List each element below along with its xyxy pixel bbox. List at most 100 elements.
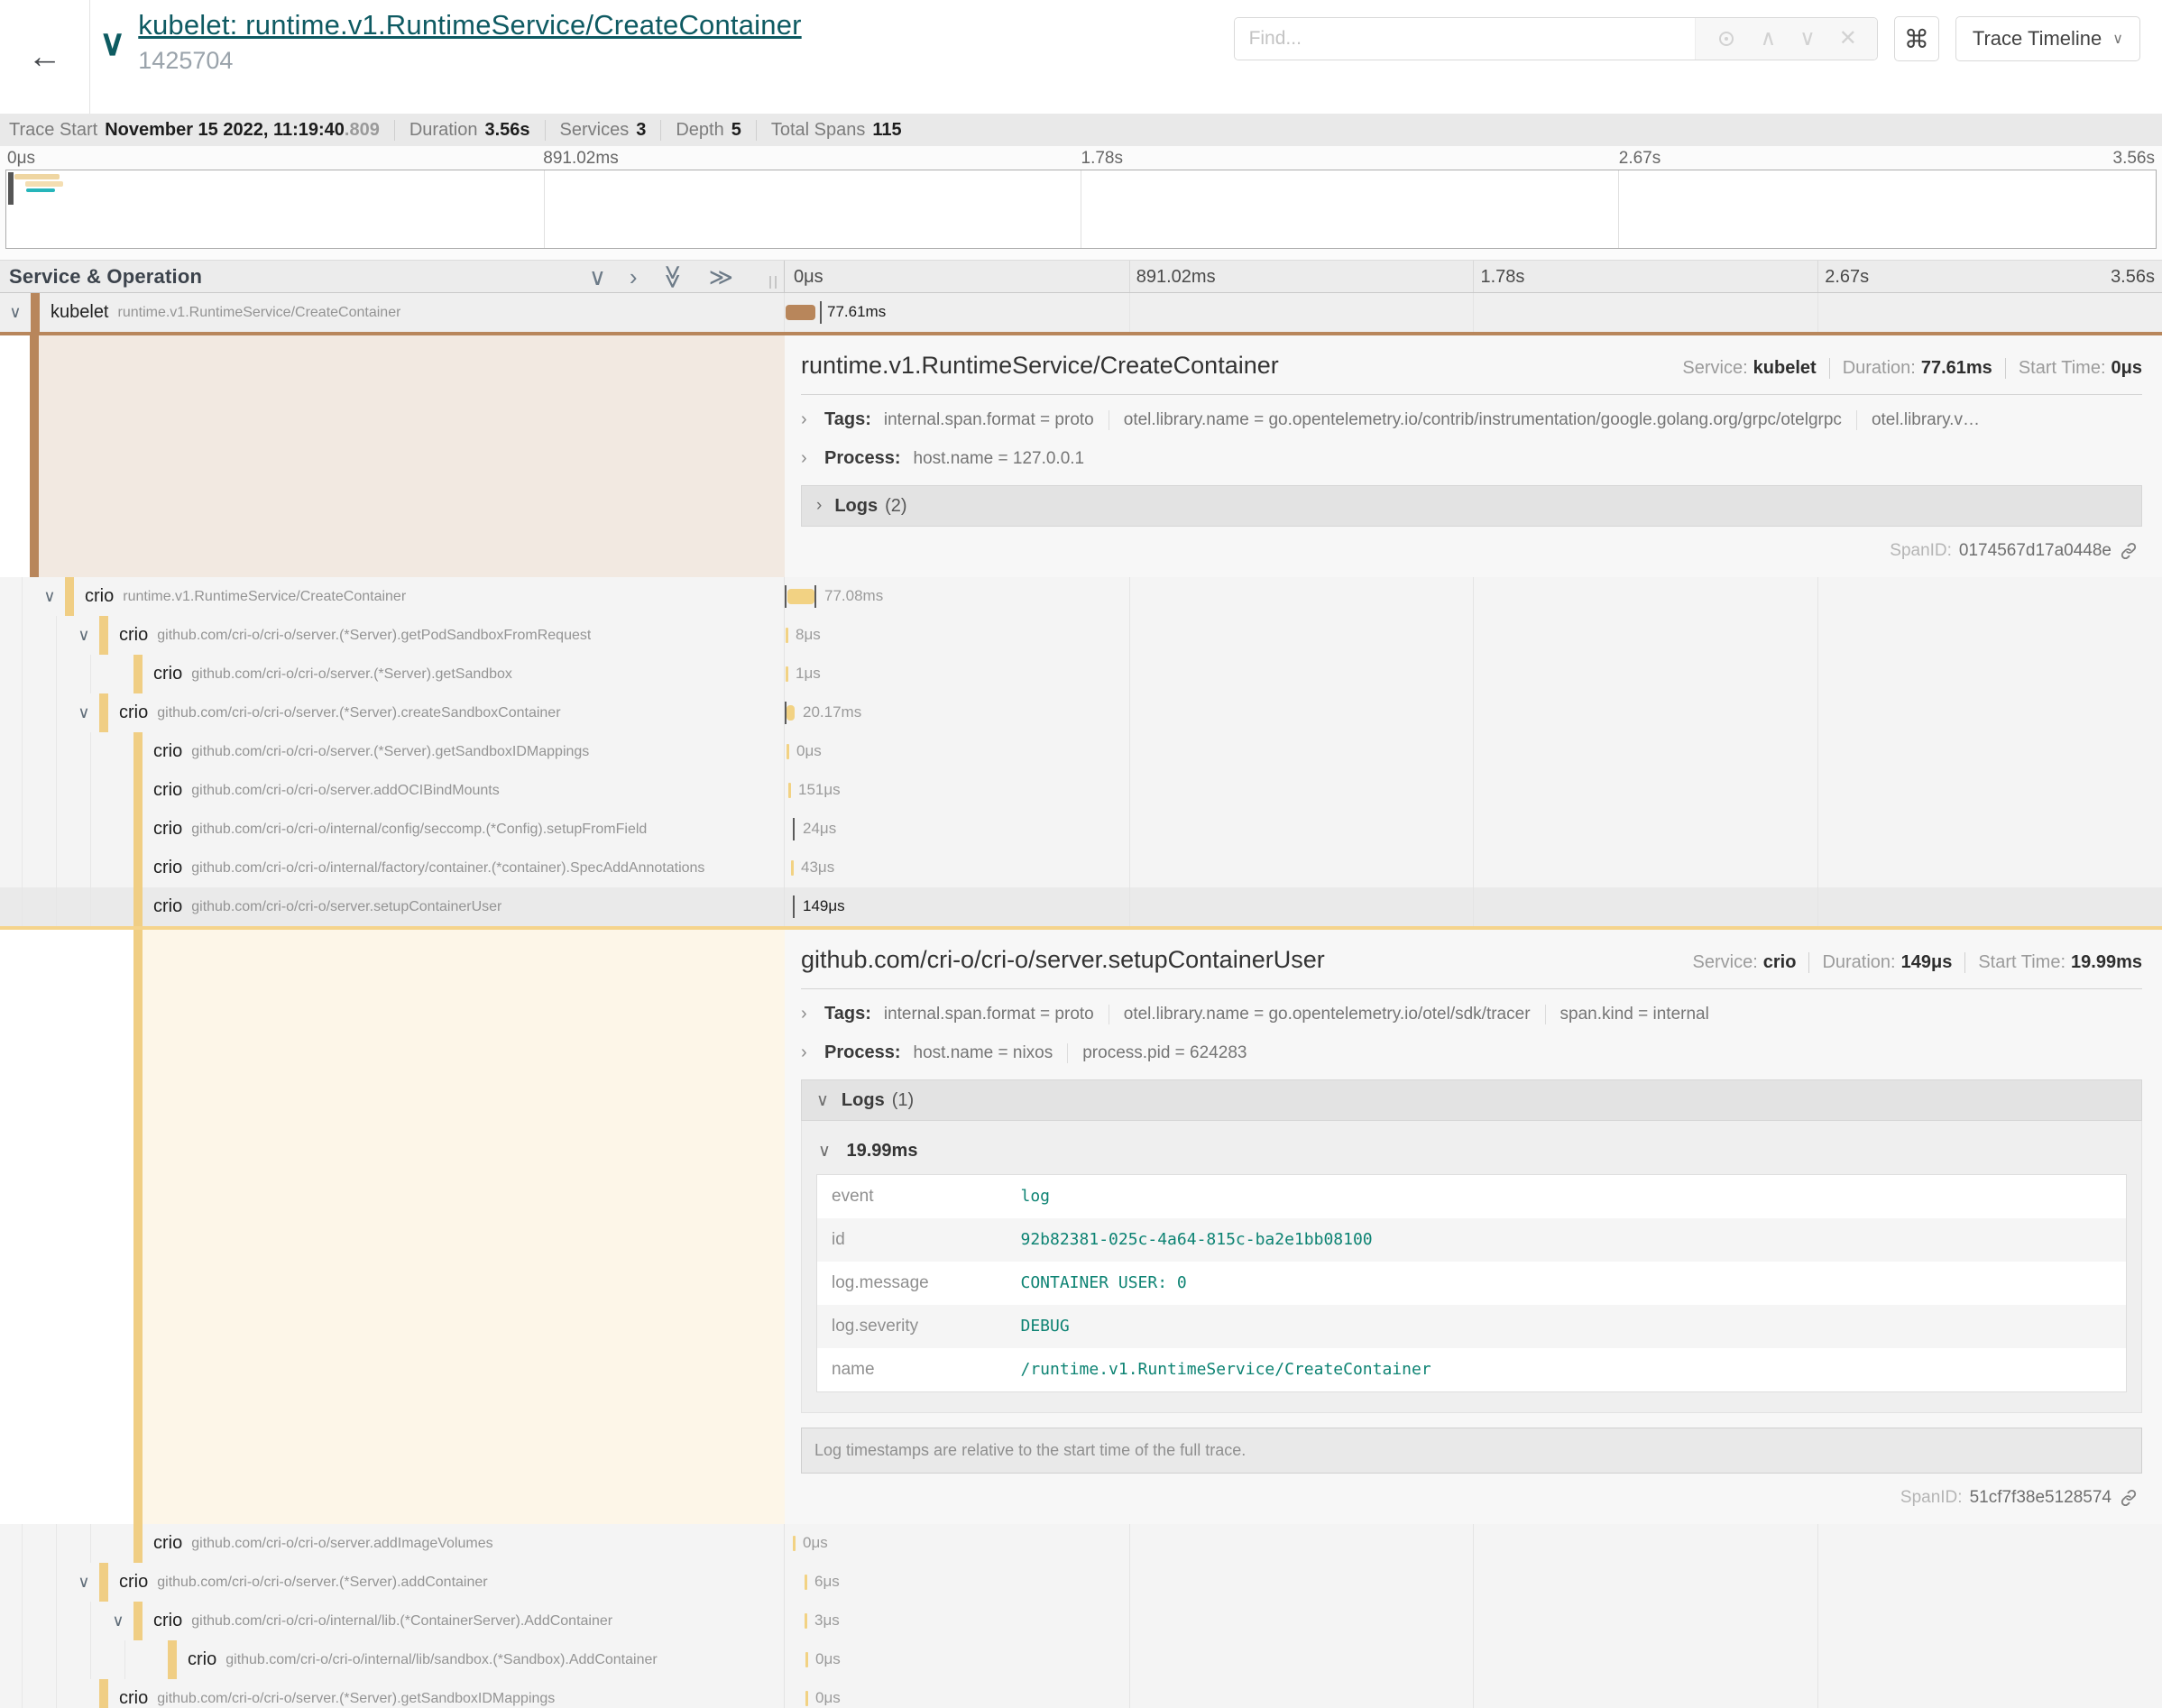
span-timeline-cell[interactable]: 20.17ms xyxy=(785,693,2162,732)
span-bar[interactable] xyxy=(787,744,789,759)
span-timeline-cell[interactable]: 0μs xyxy=(785,1679,2162,1708)
detail-service-label: Service: xyxy=(1693,952,1758,972)
span-bar[interactable] xyxy=(788,783,791,798)
row-collapse-chevron-icon[interactable]: ∨ xyxy=(103,1602,133,1640)
process-row[interactable]: › Process: host.name = nixos process.pid… xyxy=(801,1033,2142,1072)
span-row-kubelet-CreateContainer[interactable]: ∨ kubelet runtime.v1.RuntimeService/Crea… xyxy=(0,293,2162,332)
span-bar[interactable] xyxy=(786,666,788,682)
detail-left-strip xyxy=(0,335,785,577)
keyboard-shortcuts-button[interactable]: ⌘ xyxy=(1894,16,1939,61)
log-entry-header[interactable]: ∨ 19.99ms xyxy=(816,1134,2127,1174)
span-bar[interactable] xyxy=(805,1575,807,1590)
minimap-drag-handle[interactable] xyxy=(8,172,14,205)
trace-title-link[interactable]: kubelet: runtime.v1.RuntimeService/Creat… xyxy=(138,9,801,41)
span-color-accent xyxy=(133,655,143,693)
expand-all-icon[interactable]: ≫ xyxy=(709,265,733,289)
row-collapse-chevron-icon[interactable]: ∨ xyxy=(0,293,31,332)
span-row-setupContainerUser[interactable]: crio github.com/cri-o/cri-o/server.setup… xyxy=(0,887,2162,926)
row-collapse-chevron-icon[interactable]: ∨ xyxy=(69,693,99,732)
span-operation: github.com/cri-o/cri-o/server.(*Server).… xyxy=(157,705,560,721)
header-collapse-chevron-icon[interactable]: ∨ xyxy=(99,25,125,61)
logs-accordion-expanded[interactable]: ∨ Logs (1) xyxy=(801,1079,2142,1121)
span-timeline-cell[interactable]: 149μs xyxy=(785,887,2162,926)
span-timeline-cell[interactable]: 0μs xyxy=(785,1640,2162,1679)
span-row-addContainer[interactable]: ∨ crio github.com/cri-o/cri-o/server.(*S… xyxy=(0,1563,2162,1602)
collapse-one-icon[interactable]: ∨ xyxy=(589,265,606,289)
column-resize-handle[interactable] xyxy=(769,276,777,289)
tags-row[interactable]: › Tags: internal.span.format = proto ote… xyxy=(801,400,2142,439)
span-bar[interactable] xyxy=(787,705,795,721)
detail-left-strip xyxy=(0,930,785,1524)
row-collapse-chevron-icon[interactable]: ∨ xyxy=(69,1563,99,1602)
span-row-getSandboxIDMappings[interactable]: crio github.com/cri-o/cri-o/server.(*Ser… xyxy=(0,732,2162,771)
span-timeline-cell[interactable]: 0μs xyxy=(785,732,2162,771)
log-fields-table: event log id 92b82381-025c-4a64-815c-ba2… xyxy=(816,1174,2127,1392)
find-clear-icon[interactable]: ✕ xyxy=(1839,28,1857,50)
span-duration: 20.17ms xyxy=(803,703,861,721)
expand-one-icon[interactable]: › xyxy=(630,265,638,289)
find-input[interactable] xyxy=(1235,18,1695,60)
minimap-canvas[interactable] xyxy=(5,170,2157,249)
span-row-lib-AddContainer[interactable]: ∨ crio github.com/cri-o/cri-o/internal/l… xyxy=(0,1602,2162,1640)
stat-label: Duration xyxy=(409,120,478,141)
span-operation: github.com/cri-o/cri-o/internal/factory/… xyxy=(191,860,704,877)
spanid-row: SpanID: 51cf7f38e5128574 xyxy=(801,1474,2142,1515)
span-service: crio xyxy=(85,586,114,607)
span-bar[interactable] xyxy=(805,1652,808,1667)
span-row-getPodSandboxFromRequest[interactable]: ∨ crio github.com/cri-o/cri-o/server.(*S… xyxy=(0,616,2162,655)
service-operation-header: Service & Operation ∨ › ≫ ≫ xyxy=(0,261,785,292)
span-row-getSandbox[interactable]: crio github.com/cri-o/cri-o/server.(*Ser… xyxy=(0,655,2162,693)
span-timeline-cell[interactable]: 8μs xyxy=(785,616,2162,655)
span-row-sandbox-AddContainer[interactable]: crio github.com/cri-o/cri-o/internal/lib… xyxy=(0,1640,2162,1679)
locate-icon[interactable] xyxy=(1716,28,1737,50)
span-timeline-cell[interactable]: 77.61ms xyxy=(785,293,2162,332)
stat-label: Services xyxy=(560,120,630,141)
span-timeline-cell[interactable]: 3μs xyxy=(785,1602,2162,1640)
span-color-accent xyxy=(65,577,74,616)
span-bar[interactable] xyxy=(793,1536,796,1551)
logs-accordion-collapsed[interactable]: › Logs (2) xyxy=(801,485,2142,527)
span-row-getSandboxIDMappings-2[interactable]: crio github.com/cri-o/cri-o/server.(*Ser… xyxy=(0,1679,2162,1708)
find-prev-icon[interactable]: ∧ xyxy=(1761,28,1777,50)
process-row[interactable]: › Process: host.name = 127.0.0.1 xyxy=(801,439,2142,478)
span-timeline-cell[interactable]: 151μs xyxy=(785,771,2162,810)
span-bar[interactable] xyxy=(805,1613,807,1629)
collapse-all-icon[interactable]: ≫ xyxy=(661,264,685,289)
span-duration: 0μs xyxy=(815,1650,841,1668)
stat-value: 3 xyxy=(636,120,646,141)
span-row-addOCIBindMounts[interactable]: crio github.com/cri-o/cri-o/server.addOC… xyxy=(0,771,2162,810)
row-collapse-chevron-icon[interactable]: ∨ xyxy=(34,577,65,616)
span-bar[interactable] xyxy=(786,628,788,643)
span-duration: 0μs xyxy=(796,742,822,760)
row-collapse-chevron-icon[interactable]: ∨ xyxy=(69,616,99,655)
span-row-seccomp-setupFromField[interactable]: crio github.com/cri-o/cri-o/internal/con… xyxy=(0,810,2162,849)
span-duration: 3μs xyxy=(814,1612,840,1630)
find-next-icon[interactable]: ∨ xyxy=(1799,28,1816,50)
span-timeline-cell[interactable]: 24μs xyxy=(785,810,2162,849)
span-bar[interactable] xyxy=(786,305,815,320)
span-row-addImageVolumes[interactable]: crio github.com/cri-o/cri-o/server.addIm… xyxy=(0,1524,2162,1563)
tags-row[interactable]: › Tags: internal.span.format = proto ote… xyxy=(801,995,2142,1033)
span-row-SpecAddAnnotations[interactable]: crio github.com/cri-o/cri-o/internal/fac… xyxy=(0,849,2162,887)
span-timeline-cell[interactable]: 0μs xyxy=(785,1524,2162,1563)
minimap-tick: 891.02ms xyxy=(543,149,618,169)
span-timeline-cell[interactable]: 43μs xyxy=(785,849,2162,887)
span-row-createSandboxContainer[interactable]: ∨ crio github.com/cri-o/cri-o/server.(*S… xyxy=(0,693,2162,732)
chevron-right-icon: › xyxy=(816,496,822,516)
chevron-right-icon: › xyxy=(801,448,824,469)
span-duration: 151μs xyxy=(798,781,841,799)
span-operation: github.com/cri-o/cri-o/server.(*Server).… xyxy=(191,666,512,683)
span-bar[interactable] xyxy=(791,860,794,876)
spanid-row: SpanID: 0174567d17a0448e xyxy=(801,527,2142,568)
span-bar[interactable] xyxy=(787,589,814,604)
deep-link-icon[interactable] xyxy=(2119,1488,2139,1508)
deep-link-icon[interactable] xyxy=(2119,541,2139,561)
span-timeline-cell[interactable]: 77.08ms xyxy=(785,577,2162,616)
span-timeline-cell[interactable]: 1μs xyxy=(785,655,2162,693)
view-selector-button[interactable]: Trace Timeline ∨ xyxy=(1955,16,2140,61)
back-button[interactable]: ← xyxy=(0,0,90,114)
span-row-crio-CreateContainer[interactable]: ∨ crio runtime.v1.RuntimeService/CreateC… xyxy=(0,577,2162,616)
timeline-tick: 2.67s xyxy=(1825,267,1869,288)
span-timeline-cell[interactable]: 6μs xyxy=(785,1563,2162,1602)
span-bar[interactable] xyxy=(805,1691,808,1706)
